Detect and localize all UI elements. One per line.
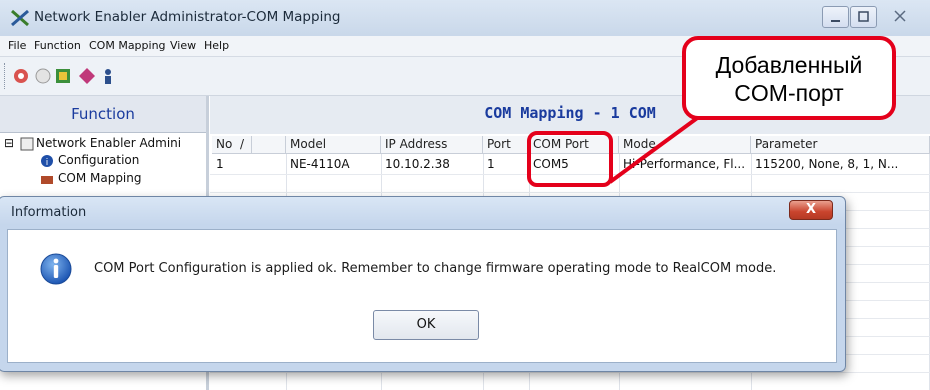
maximize-button[interactable] [850, 6, 877, 28]
callout-line-2: COM-порт [734, 80, 844, 106]
tree-configuration[interactable]: Configuration [58, 153, 139, 167]
dialog-message: COM Port Configuration is applied ok. Re… [94, 261, 777, 276]
svg-text:i: i [46, 158, 49, 168]
close-icon [894, 10, 906, 22]
network-enabler-icon [20, 137, 34, 151]
callout-line-1: Добавленный [715, 52, 863, 78]
grid-row-line [210, 372, 930, 373]
menu-file[interactable]: File [8, 39, 26, 52]
callout-box: Добавленный COM-порт [682, 36, 896, 120]
column-header-ip[interactable]: IP Address [381, 136, 483, 154]
configuration-info-icon: i [41, 155, 53, 168]
toolbar-network-icon[interactable] [54, 67, 72, 85]
dialog-title: Information [11, 205, 87, 220]
tree-expander[interactable]: ⊟ [4, 136, 14, 150]
tree-root[interactable]: Network Enabler Admini [36, 136, 181, 150]
column-header-parameter[interactable]: Parameter [751, 136, 930, 154]
tree-com-mapping[interactable]: COM Mapping [58, 171, 142, 185]
grid-row-line [210, 192, 930, 193]
minimize-icon [831, 20, 840, 22]
callout-pointer [608, 114, 702, 184]
menu-help[interactable]: Help [204, 39, 229, 52]
ok-button[interactable]: OK [373, 310, 479, 340]
dialog-close-button[interactable]: X [789, 200, 833, 220]
column-header-no[interactable]: No / [212, 136, 252, 154]
close-button[interactable] [880, 6, 920, 28]
title-bar: Network Enabler Administrator-COM Mappin… [0, 0, 930, 37]
app-network-icon [11, 9, 29, 27]
cell-parameter[interactable]: 115200, None, 8, 1, N... [751, 156, 930, 174]
toolbar-person-icon[interactable] [99, 67, 117, 85]
com-mapping-icon [41, 176, 53, 184]
menu-view[interactable]: View [170, 39, 196, 52]
menu-com-mapping[interactable]: COM Mapping [89, 39, 166, 52]
menu-function[interactable]: Function [34, 39, 81, 52]
toolbar-grip [4, 63, 7, 89]
column-header-filler [252, 136, 286, 154]
column-header-port[interactable]: Port [483, 136, 529, 154]
cell-no[interactable]: 1 [212, 156, 286, 174]
maximize-icon [858, 11, 869, 22]
dialog-body [7, 229, 837, 363]
cell-ip[interactable]: 10.10.2.38 [381, 156, 483, 174]
information-dialog: Information X COM Port Configuration is … [0, 196, 846, 372]
sort-indicator: / [239, 137, 245, 151]
function-header: Function [0, 96, 206, 133]
cell-port[interactable]: 1 [483, 156, 529, 174]
column-header-model[interactable]: Model [286, 136, 381, 154]
info-icon [40, 253, 72, 285]
toolbar-tools-icon[interactable] [78, 67, 96, 85]
cell-model[interactable]: NE-4110A [286, 156, 381, 174]
minimize-button[interactable] [822, 6, 849, 28]
header-no-label: No [216, 137, 233, 151]
window-title: Network Enabler Administrator-COM Mappin… [34, 9, 341, 25]
toolbar-hand-icon[interactable] [34, 67, 52, 85]
toolbar-search-icon[interactable] [12, 67, 30, 85]
